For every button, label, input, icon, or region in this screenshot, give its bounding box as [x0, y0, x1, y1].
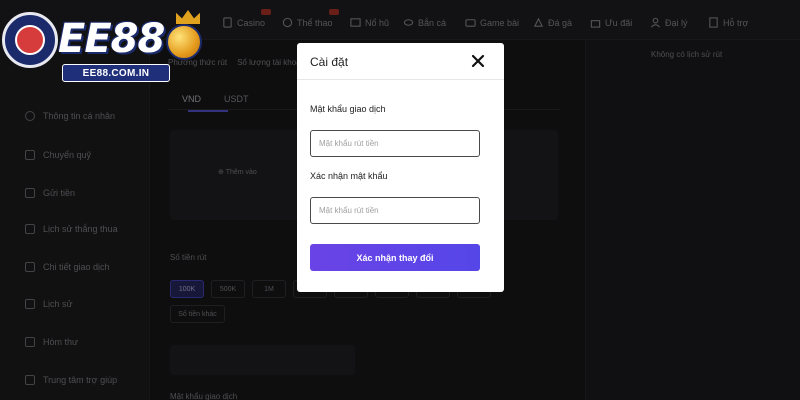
- settings-modal: Cài đặt Mật khẩu giao dịch Xác nhận mật …: [297, 43, 504, 292]
- modal-title: Cài đặt: [310, 55, 349, 69]
- logo-text: EE88: [58, 16, 165, 62]
- brand-logo: EE88 EE88.COM.IN: [0, 0, 210, 92]
- logo-emblem-center: [15, 25, 45, 55]
- logo-url: EE88.COM.IN: [62, 64, 170, 82]
- lottery-ball-icon: [166, 24, 202, 60]
- confirm-password-input[interactable]: [310, 197, 480, 224]
- transaction-password-input[interactable]: [310, 130, 480, 157]
- modal-header: Cài đặt: [297, 43, 504, 80]
- confirm-password-label: Xác nhận mật khẩu: [310, 171, 388, 181]
- transaction-password-label: Mật khẩu giao dịch: [310, 104, 386, 114]
- crown-icon: [176, 10, 200, 24]
- close-icon[interactable]: [470, 53, 486, 69]
- logo-emblem: [2, 12, 58, 68]
- confirm-change-button[interactable]: Xác nhận thay đổi: [310, 244, 480, 271]
